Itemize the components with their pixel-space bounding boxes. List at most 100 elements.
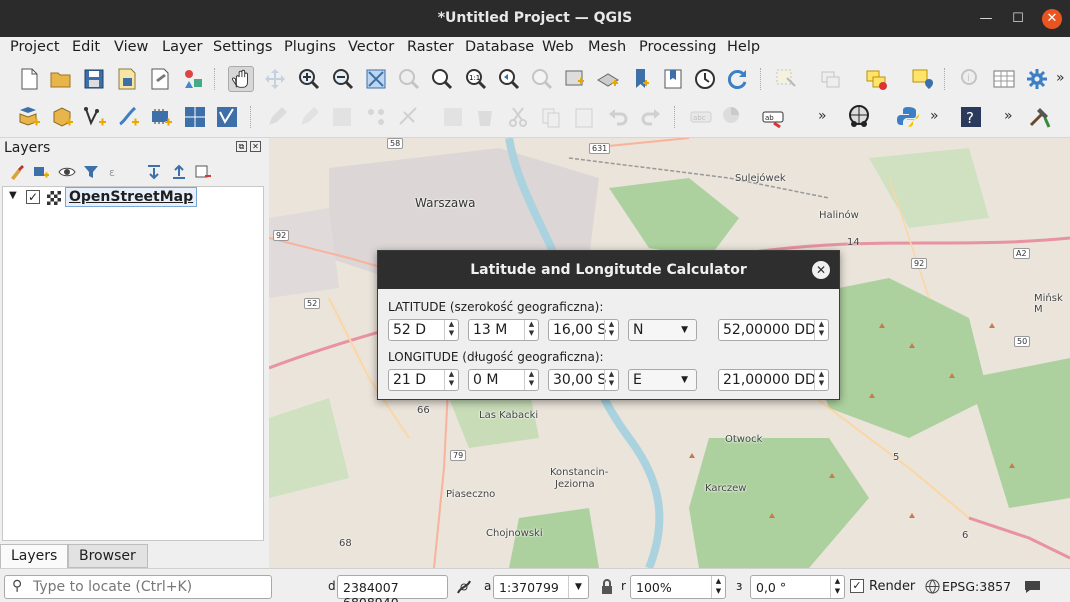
new-temporary-layer-icon[interactable] xyxy=(148,104,174,130)
longitude-seconds-spinbox[interactable]: 30,00 S ▲ ▼ xyxy=(548,369,619,391)
spin-arrows-icon[interactable]: ▲ ▼ xyxy=(604,320,618,340)
new-project-icon[interactable] xyxy=(16,66,42,92)
style-manager-icon[interactable] xyxy=(180,66,206,92)
new-shapefile-icon[interactable] xyxy=(82,104,108,130)
style-panel-icon[interactable] xyxy=(8,163,26,181)
pan-map-icon[interactable] xyxy=(228,66,254,92)
layer-visibility-checkbox[interactable]: ✓ xyxy=(26,190,40,204)
new-3d-map-icon[interactable] xyxy=(595,66,621,92)
new-geopackage-icon[interactable] xyxy=(49,104,75,130)
toggle-editing-icon[interactable] xyxy=(296,104,322,130)
open-project-icon[interactable] xyxy=(48,66,74,92)
new-bookmark-icon[interactable] xyxy=(628,66,654,92)
help-contents-icon[interactable]: ? xyxy=(958,104,984,130)
cut-features-icon[interactable] xyxy=(505,104,531,130)
zoom-to-selection-icon[interactable] xyxy=(396,66,422,92)
zoom-out-icon[interactable] xyxy=(330,66,356,92)
render-checkbox[interactable]: ✓ xyxy=(850,579,864,593)
spin-arrows-icon[interactable]: ▲ ▼ xyxy=(814,370,828,390)
deselect-all-icon[interactable] xyxy=(864,66,890,92)
save-layer-edits-icon[interactable] xyxy=(329,104,355,130)
crs-button[interactable]: EPSG:3857 xyxy=(942,579,1011,594)
redo-icon[interactable] xyxy=(638,104,664,130)
toolbar2-overflow-a-icon[interactable]: » xyxy=(818,108,827,124)
save-project-icon[interactable] xyxy=(81,66,107,92)
save-as-icon[interactable] xyxy=(114,66,140,92)
temporal-controller-icon[interactable] xyxy=(692,66,718,92)
latlon-calculator-plugin-icon[interactable] xyxy=(846,104,872,130)
spin-arrows-icon[interactable]: ▲ ▼ xyxy=(604,370,618,390)
menu-project[interactable]: Project xyxy=(10,39,60,55)
messages-icon[interactable] xyxy=(1024,579,1041,594)
refresh-icon[interactable] xyxy=(724,66,750,92)
locator-input[interactable]: ⚲ Type to locate (Ctrl+K) xyxy=(4,575,272,599)
manage-visibility-icon[interactable] xyxy=(58,163,76,181)
label-toolbar-icon[interactable]: abc xyxy=(688,104,714,130)
menu-layer[interactable]: Layer xyxy=(162,39,202,55)
filter-legend-icon[interactable] xyxy=(82,163,100,181)
latitude-decimal-spinbox[interactable]: 52,00000 DD ▲ ▼ xyxy=(718,319,829,341)
toolbar-overflow-icon[interactable]: » xyxy=(1056,70,1065,86)
new-virtual-layer-icon[interactable] xyxy=(182,104,208,130)
spin-arrows-icon[interactable]: ▲ ▼ xyxy=(830,576,844,598)
menu-processing[interactable]: Processing xyxy=(639,39,716,55)
tab-layers[interactable]: Layers xyxy=(0,544,68,568)
dialog-close-icon[interactable]: ✕ xyxy=(812,261,830,279)
data-source-manager-icon[interactable] xyxy=(16,104,42,130)
spin-arrows-icon[interactable]: ▲ ▼ xyxy=(524,370,538,390)
menu-edit[interactable]: Edit xyxy=(72,39,100,55)
latitude-hemisphere-select[interactable]: N ▼ xyxy=(628,319,697,341)
layer-name[interactable]: OpenStreetMap xyxy=(65,187,198,207)
tab-browser[interactable]: Browser xyxy=(68,544,148,568)
latitude-seconds-spinbox[interactable]: 16,00 S ▲ ▼ xyxy=(548,319,619,341)
latitude-minutes-spinbox[interactable]: 13 M ▲ ▼ xyxy=(468,319,539,341)
copy-features-icon[interactable] xyxy=(538,104,564,130)
show-bookmarks-icon[interactable] xyxy=(660,66,686,92)
scale-select[interactable]: 1:370799 ▼ xyxy=(493,575,589,599)
magnifier-spinbox[interactable]: 100% ▲ ▼ xyxy=(630,575,726,599)
expand-all-icon[interactable] xyxy=(145,163,163,181)
delete-selected-icon[interactable] xyxy=(472,104,498,130)
menu-help[interactable]: Help xyxy=(727,39,760,55)
float-panel-icon[interactable]: ⧉ xyxy=(236,141,247,152)
menu-settings[interactable]: Settings xyxy=(213,39,272,55)
minimize-button[interactable]: — xyxy=(976,9,996,29)
python-console-icon[interactable] xyxy=(895,104,921,130)
spin-arrows-icon[interactable]: ▲ ▼ xyxy=(711,576,725,598)
select-features-icon[interactable] xyxy=(773,66,799,92)
filter-expression-icon[interactable]: ε xyxy=(108,163,126,181)
zoom-full-icon[interactable] xyxy=(363,66,389,92)
spin-arrows-icon[interactable]: ▲ ▼ xyxy=(444,370,458,390)
close-window-button[interactable]: ✕ xyxy=(1042,9,1062,29)
toolbar2-overflow-b-icon[interactable]: » xyxy=(930,108,939,124)
longitude-decimal-spinbox[interactable]: 21,00000 DD ▲ ▼ xyxy=(718,369,829,391)
plugin-tools-icon[interactable] xyxy=(1026,104,1052,130)
open-attribute-table-icon[interactable] xyxy=(991,66,1017,92)
longitude-degrees-spinbox[interactable]: 21 D ▲ ▼ xyxy=(388,369,459,391)
longitude-minutes-spinbox[interactable]: 0 M ▲ ▼ xyxy=(468,369,539,391)
identify-features-icon[interactable]: i xyxy=(958,66,984,92)
new-map-view-icon[interactable] xyxy=(562,66,588,92)
latitude-degrees-spinbox[interactable]: 52 D ▲ ▼ xyxy=(388,319,459,341)
menu-plugins[interactable]: Plugins xyxy=(284,39,336,55)
zoom-next-icon[interactable] xyxy=(529,66,555,92)
digitize-icon[interactable] xyxy=(363,104,389,130)
toolbar2-overflow-c-icon[interactable]: » xyxy=(1004,108,1013,124)
pan-to-selection-icon[interactable] xyxy=(262,66,288,92)
zoom-native-icon[interactable]: 1:1 xyxy=(463,66,489,92)
lock-scale-icon[interactable] xyxy=(600,579,614,595)
maximize-button[interactable]: ☐ xyxy=(1008,9,1028,29)
remove-layer-icon[interactable] xyxy=(194,163,212,181)
vertex-tool-icon[interactable] xyxy=(396,104,422,130)
menu-view[interactable]: View xyxy=(114,39,148,55)
spin-arrows-icon[interactable]: ▲ ▼ xyxy=(524,320,538,340)
paste-features-icon[interactable] xyxy=(571,104,597,130)
new-print-layout-icon[interactable] xyxy=(147,66,173,92)
toggle-extents-icon[interactable] xyxy=(455,578,473,596)
zoom-last-icon[interactable] xyxy=(496,66,522,92)
menu-vector[interactable]: Vector xyxy=(348,39,394,55)
collapse-all-icon[interactable] xyxy=(170,163,188,181)
new-vector-tile-icon[interactable] xyxy=(214,104,240,130)
menu-mesh[interactable]: Mesh xyxy=(588,39,626,55)
zoom-in-icon[interactable] xyxy=(296,66,322,92)
